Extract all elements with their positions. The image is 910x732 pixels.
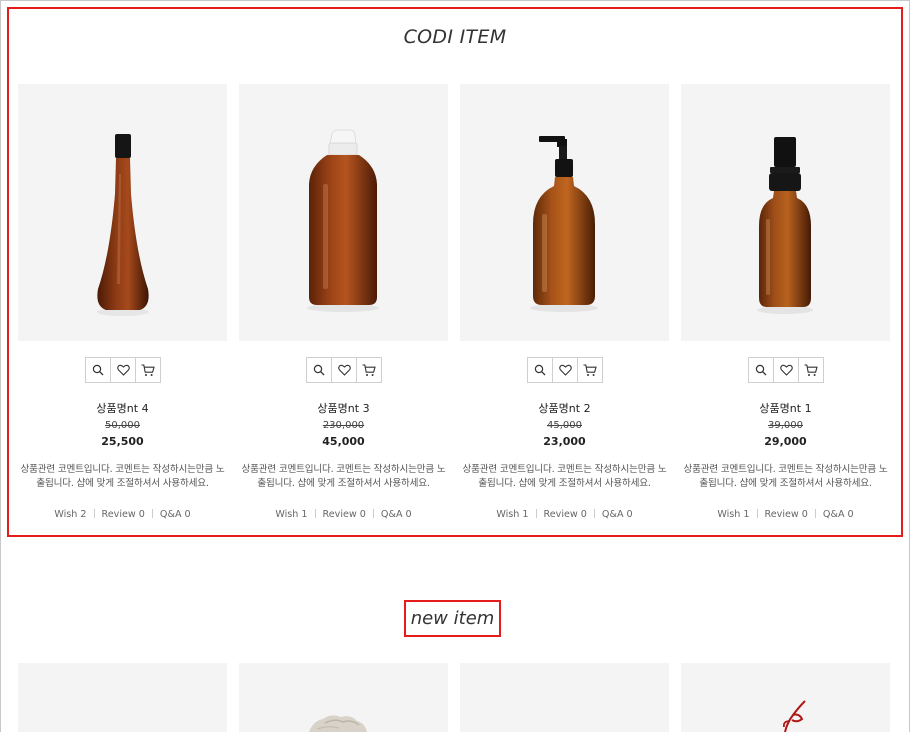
zoom-icon[interactable] — [307, 358, 332, 382]
product-card: 상품명nt 2 45,000 23,000 상품관련 코멘트입니다. 코멘트는 … — [460, 84, 669, 524]
product-image-link[interactable] — [239, 84, 448, 341]
product-meta: Wish 1 Review 0 Q&A 0 — [681, 509, 890, 520]
product-image-link[interactable] — [460, 84, 669, 341]
heart-icon[interactable] — [774, 358, 799, 382]
original-price: 39,000 — [768, 420, 803, 431]
wish-count: Wish 2 — [54, 509, 87, 520]
heart-icon[interactable] — [553, 358, 578, 382]
product-meta: Wish 1 Review 0 Q&A 0 — [239, 509, 448, 520]
divider — [814, 509, 816, 518]
divider — [93, 509, 95, 518]
divider — [593, 509, 595, 518]
original-price: 230,000 — [322, 420, 365, 431]
review-count: Review 0 — [764, 509, 808, 520]
amber-spray-bottle-image — [757, 137, 813, 314]
product-card: 상품명nt 4 50,000 25,500 상품관련 코멘트입니다. 코멘트는 … — [18, 84, 227, 524]
divider — [535, 509, 537, 518]
cart-icon[interactable] — [578, 358, 602, 382]
crumpled-fabric-image — [309, 715, 367, 732]
original-price: 45,000 — [547, 420, 582, 431]
review-count: Review 0 — [543, 509, 587, 520]
product-image-link[interactable] — [681, 663, 890, 732]
product-actions — [85, 357, 161, 383]
product-image-link[interactable] — [460, 663, 669, 732]
review-count: Review 0 — [101, 509, 145, 520]
product-meta: Wish 1 Review 0 Q&A 0 — [460, 509, 669, 520]
product-grid: 상품명nt 4 50,000 25,500 상품관련 코멘트입니다. 코멘트는 … — [18, 84, 890, 524]
product-description: 상품관련 코멘트입니다. 코멘트는 작성하시는만큼 노출됩니다. 샵에 맞게 조… — [241, 464, 446, 489]
zoom-icon[interactable] — [528, 358, 553, 382]
amber-flip-cap-bottle-image — [307, 129, 379, 312]
divider — [151, 509, 153, 518]
product-actions — [306, 357, 382, 383]
product-actions — [748, 357, 824, 383]
product-card: 상품명nt 3 230,000 45,000 상품관련 코멘트입니다. 코멘트는… — [239, 84, 448, 524]
divider — [314, 509, 316, 518]
new-item-title-box: new item — [404, 600, 501, 637]
wish-count: Wish 1 — [275, 509, 308, 520]
product-image-link[interactable] — [18, 84, 227, 341]
product-card: 상품명nt 1 39,000 29,000 상품관련 코멘트입니다. 코멘트는 … — [681, 84, 890, 524]
review-count: Review 0 — [322, 509, 366, 520]
sale-price: 23,000 — [543, 435, 586, 448]
cart-icon[interactable] — [357, 358, 381, 382]
new-item-grid — [18, 663, 890, 732]
heart-icon[interactable] — [332, 358, 357, 382]
product-image-link[interactable] — [681, 84, 890, 341]
zoom-icon[interactable] — [749, 358, 774, 382]
cart-icon[interactable] — [136, 358, 160, 382]
sale-price: 25,500 — [101, 435, 144, 448]
heart-icon[interactable] — [111, 358, 136, 382]
sale-price: 29,000 — [764, 435, 807, 448]
product-actions — [527, 357, 603, 383]
product-description: 상품관련 코멘트입니다. 코멘트는 작성하시는만큼 노출됩니다. 샵에 맞게 조… — [683, 464, 888, 489]
cart-icon[interactable] — [799, 358, 823, 382]
section-title: CODI ITEM — [403, 26, 507, 48]
amber-slim-bottle-image — [97, 134, 149, 316]
product-name[interactable]: 상품명nt 1 — [681, 400, 890, 416]
blank-product-image — [460, 663, 669, 732]
blank-product-image — [18, 663, 227, 732]
product-image-link[interactable] — [18, 663, 227, 732]
qna-count: Q&A 0 — [822, 509, 854, 520]
amber-pump-bottle-image — [530, 136, 598, 312]
product-description: 상품관련 코멘트입니다. 코멘트는 작성하시는만큼 노출됩니다. 샵에 맞게 조… — [462, 464, 667, 489]
qna-count: Q&A 0 — [380, 509, 412, 520]
product-name[interactable]: 상품명nt 4 — [18, 400, 227, 416]
qna-count: Q&A 0 — [159, 509, 191, 520]
product-name[interactable]: 상품명nt 2 — [460, 400, 669, 416]
section-title: new item — [410, 608, 495, 629]
wish-count: Wish 1 — [717, 509, 750, 520]
product-image-link[interactable] — [239, 663, 448, 732]
divider — [372, 509, 374, 518]
qna-count: Q&A 0 — [601, 509, 633, 520]
codi-item-section: CODI ITEM 상품명nt 4 50,000 25,500 상품관련 코멘트… — [7, 7, 903, 537]
product-meta: Wish 2 Review 0 Q&A 0 — [18, 509, 227, 520]
zoom-icon[interactable] — [86, 358, 111, 382]
sale-price: 45,000 — [322, 435, 365, 448]
divider — [756, 509, 758, 518]
wish-count: Wish 1 — [496, 509, 529, 520]
original-price: 50,000 — [105, 420, 140, 431]
red-string-image — [782, 700, 806, 732]
product-name[interactable]: 상품명nt 3 — [239, 400, 448, 416]
product-description: 상품관련 코멘트입니다. 코멘트는 작성하시는만큼 노출됩니다. 샵에 맞게 조… — [20, 464, 225, 489]
